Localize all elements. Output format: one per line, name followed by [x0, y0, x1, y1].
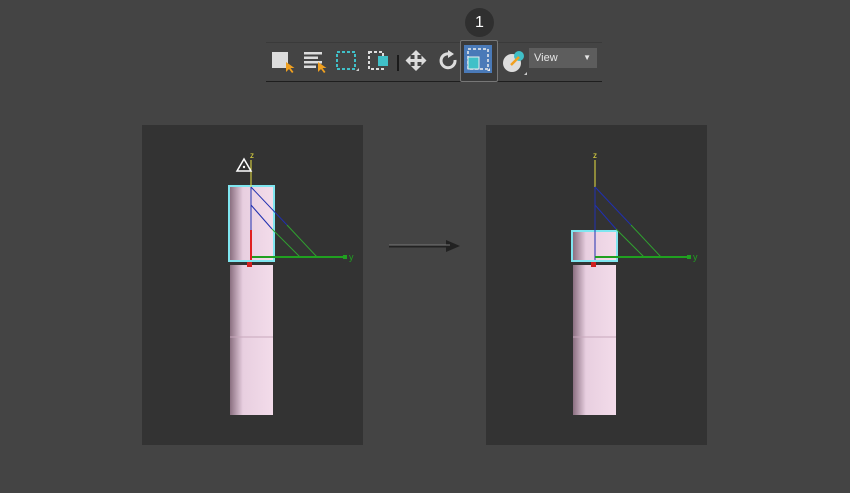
axis-z-label: z — [593, 151, 597, 160]
rotate-button[interactable] — [434, 43, 462, 79]
select-object-button[interactable] — [268, 43, 296, 79]
rotate-icon — [439, 50, 457, 70]
step-badge: 1 — [465, 8, 494, 37]
axis-z-label: z — [250, 151, 254, 160]
arrow-icon — [389, 240, 460, 252]
axis-y-label: y — [349, 252, 354, 262]
reference-coordinate-dropdown[interactable]: View ▼ — [529, 48, 597, 68]
axis-y-label: y — [693, 252, 698, 262]
scene-after: y z — [571, 151, 698, 415]
main-toolbar: View ▼ — [266, 40, 602, 82]
scene-before: y z — [228, 151, 354, 415]
reference-coordinate-button[interactable] — [499, 43, 527, 79]
pick-icon — [503, 51, 527, 75]
move-icon — [405, 50, 427, 71]
rect-selection-button[interactable] — [332, 43, 360, 79]
warning-icon — [235, 157, 253, 172]
select-object-icon — [272, 52, 295, 73]
toolbar-separator — [397, 55, 399, 71]
select-by-name-icon — [304, 52, 327, 73]
window-crossing-icon — [368, 51, 388, 70]
dropdown-value: View — [534, 52, 558, 64]
chevron-down-icon: ▼ — [583, 53, 591, 62]
base-cylinder — [230, 265, 273, 415]
base-cylinder — [573, 265, 616, 415]
move-button[interactable] — [402, 43, 430, 79]
window-crossing-button[interactable] — [364, 43, 392, 79]
viewport-before[interactable]: y z — [142, 125, 363, 445]
rect-selection-icon — [336, 51, 359, 71]
select-by-name-button[interactable] — [300, 43, 328, 79]
scale-icon — [464, 45, 492, 73]
viewport-after[interactable]: y z — [486, 125, 707, 445]
scale-button[interactable] — [460, 40, 498, 82]
